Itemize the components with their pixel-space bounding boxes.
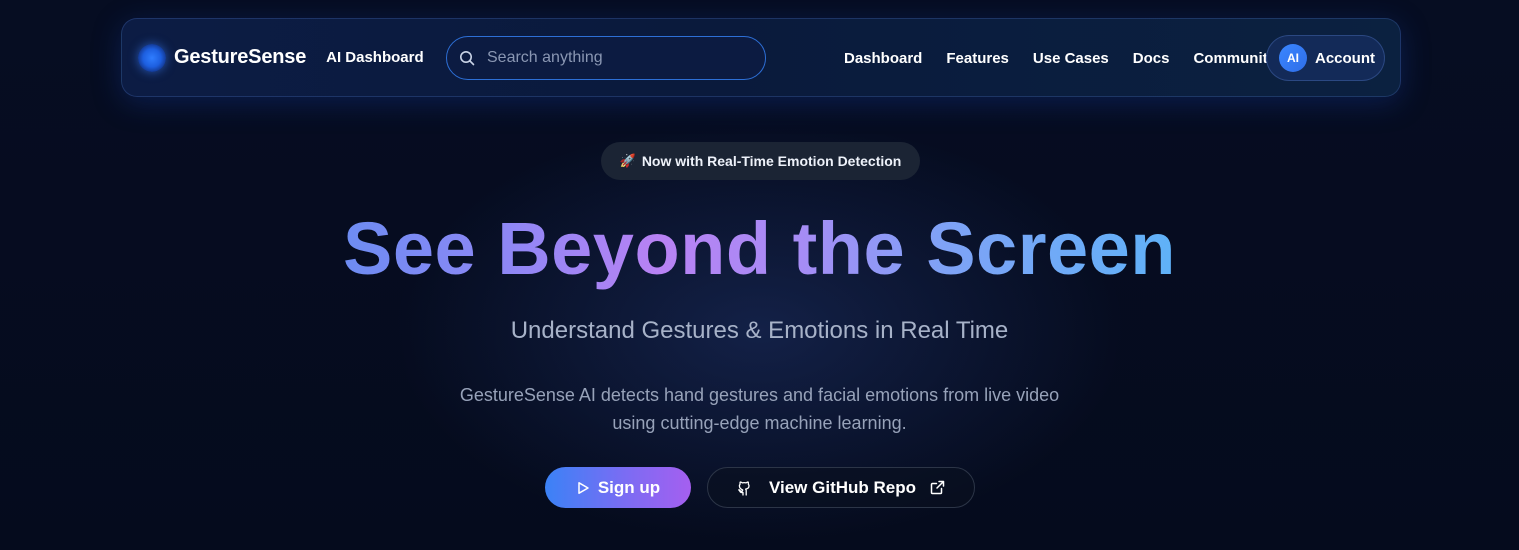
nav-link-features[interactable]: Features: [946, 50, 1009, 67]
signup-label: Sign up: [597, 477, 661, 497]
signup-button[interactable]: Sign up: [545, 467, 691, 508]
hero-title: See Beyond the Screen: [0, 205, 1519, 293]
nav-link-docs[interactable]: Docs: [1133, 50, 1170, 67]
landing-page: GestureSense AI Dashboard Dashboard Feat…: [0, 0, 1519, 550]
search-input[interactable]: [487, 49, 747, 67]
github-label: View GitHub Repo: [768, 477, 917, 497]
github-icon: [737, 480, 753, 496]
ai-dashboard-link[interactable]: AI Dashboard: [326, 49, 424, 66]
hero-title-text: See Beyond the Screen: [342, 207, 1177, 290]
nav-link-dashboard[interactable]: Dashboard: [844, 50, 922, 67]
nav-link-use-cases[interactable]: Use Cases: [1033, 50, 1109, 67]
account-label: Account: [1315, 49, 1375, 67]
account-button[interactable]: AI Account: [1266, 35, 1385, 81]
hero-subtitle: Understand Gestures & Emotions in Real T…: [510, 317, 1009, 344]
search-icon: [459, 50, 475, 66]
announcement-badge: 🚀 Now with Real-Time Emotion Detection: [601, 142, 920, 180]
nav-link-community[interactable]: Community: [1193, 50, 1276, 67]
hero-description-line-1: GestureSense AI detects hand gestures an…: [459, 385, 1060, 405]
github-repo-button[interactable]: View GitHub Repo: [707, 467, 975, 508]
play-icon: [576, 481, 590, 495]
top-navbar: GestureSense AI Dashboard Dashboard Feat…: [121, 18, 1401, 97]
external-link-icon: [930, 480, 945, 495]
brand-name: GestureSense: [174, 46, 307, 68]
hero-description-line-2: using cutting-edge machine learning.: [612, 413, 907, 433]
hero-description: GestureSense AI detects hand gestures an…: [0, 381, 1519, 437]
avatar: AI: [1279, 44, 1307, 72]
badge-text: Now with Real-Time Emotion Detection: [641, 153, 902, 169]
rocket-icon: 🚀: [619, 153, 636, 168]
brand[interactable]: GestureSense: [138, 43, 307, 72]
nav-links: Dashboard Features Use Cases Docs Commun…: [844, 19, 1276, 98]
search-bar[interactable]: [446, 36, 766, 80]
brand-logo-icon: [138, 43, 166, 72]
